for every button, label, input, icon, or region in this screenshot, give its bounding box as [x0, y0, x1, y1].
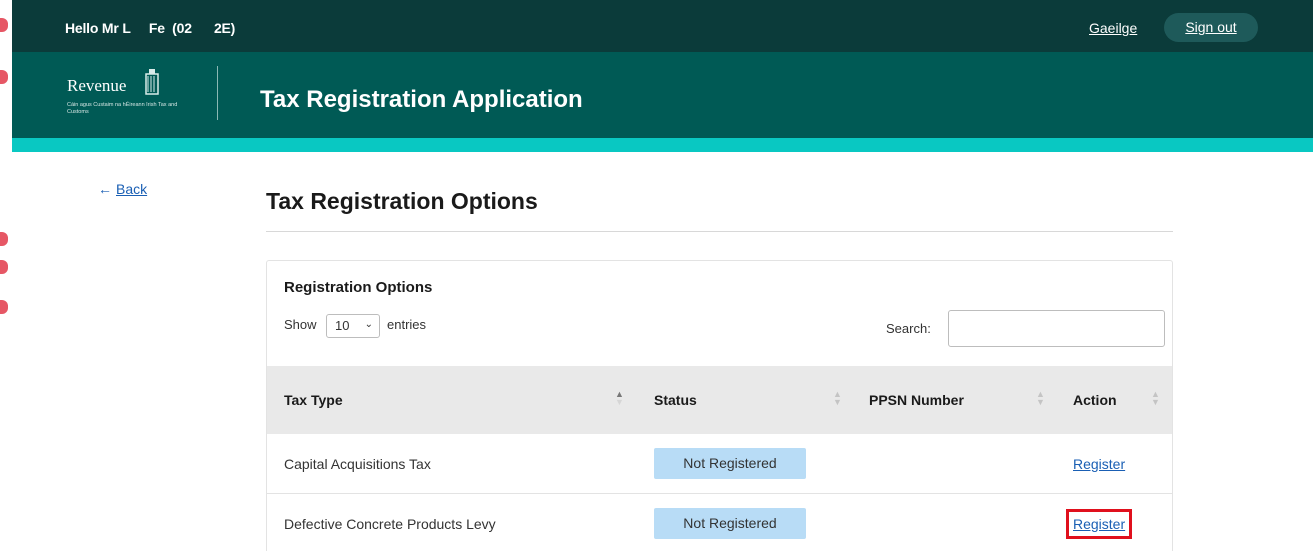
card-title: Registration Options — [284, 279, 433, 296]
back-label: Back — [116, 181, 148, 197]
entries-value: 10 — [335, 318, 350, 333]
table-header: Tax Type ▲ ▼ Status ▲ ▼ PPSN Number ▲ ▼ Act… — [267, 366, 1172, 434]
sort-icon[interactable]: ▲ ▼ — [615, 390, 624, 407]
title-divider — [266, 231, 1173, 232]
revenue-logo[interactable]: Revenue Cáin agus Custaim na hÉireann Ir… — [67, 66, 197, 124]
register-link[interactable]: Register — [1073, 456, 1125, 472]
back-link[interactable]: ← Back — [98, 181, 147, 197]
search-label: Search: — [886, 321, 931, 336]
status-badge: Not Registered — [654, 448, 806, 479]
register-link-highlighted[interactable]: Register — [1065, 509, 1133, 539]
sort-icon[interactable]: ▲ ▼ — [833, 390, 842, 407]
site-header: Revenue Cáin agus Custaim na hÉireann Ir… — [12, 52, 1313, 138]
sort-icon[interactable]: ▲ ▼ — [1036, 390, 1045, 407]
column-header-status[interactable]: Status — [654, 392, 697, 408]
app-title: Tax Registration Application — [260, 86, 583, 113]
arrow-left-icon: ← — [98, 181, 112, 197]
tax-type-cell: Defective Concrete Products Levy — [284, 516, 496, 532]
logo-wordmark: Revenue — [67, 76, 127, 95]
table-row: Capital Acquisitions Tax Not Registered … — [267, 434, 1172, 494]
entries-label: entries — [387, 317, 427, 332]
header-accent-bar — [12, 138, 1313, 152]
column-header-tax-type[interactable]: Tax Type — [284, 392, 343, 408]
harp-icon — [145, 69, 159, 95]
chevron-down-icon: ⌄ — [364, 319, 373, 330]
registration-options-card: Registration Options Show 10 ⌄ entries S… — [266, 260, 1173, 551]
sign-out-button[interactable]: Sign out — [1164, 13, 1258, 42]
table-row: Defective Concrete Products Levy Not Reg… — [267, 494, 1172, 551]
status-badge: Not Registered — [654, 508, 806, 539]
top-bar: Hello Mr L Fe (02 2E) Gaeilge Sign out — [12, 0, 1313, 52]
column-header-action[interactable]: Action — [1073, 392, 1117, 408]
header-divider — [217, 66, 218, 120]
tax-type-cell: Capital Acquisitions Tax — [284, 456, 431, 472]
column-header-ppsn[interactable]: PPSN Number — [869, 392, 964, 408]
language-link[interactable]: Gaeilge — [1089, 20, 1137, 36]
show-label: Show — [284, 317, 317, 332]
logo-subtext: Cáin agus Custaim na hÉireann Irish Tax … — [67, 102, 178, 115]
search-input[interactable] — [948, 310, 1165, 347]
entries-select[interactable]: 10 ⌄ — [326, 314, 380, 338]
user-greeting: Hello Mr L Fe (02 2E) — [65, 20, 236, 36]
sort-icon[interactable]: ▲ ▼ — [1151, 390, 1160, 407]
page-title: Tax Registration Options — [266, 188, 538, 214]
page-edge-decoration — [0, 0, 12, 551]
